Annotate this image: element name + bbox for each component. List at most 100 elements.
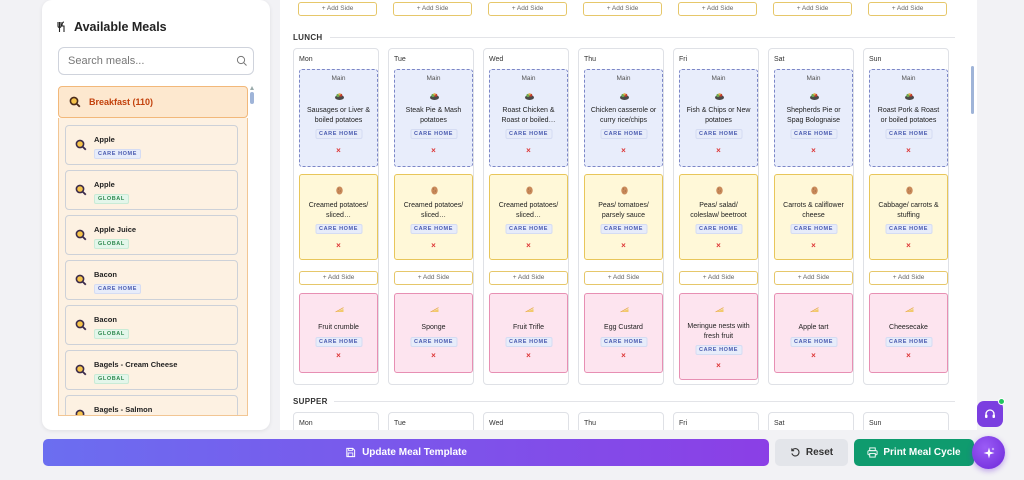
scroll-thumb[interactable] [250, 92, 254, 104]
search-food-icon [75, 229, 87, 241]
dessert-card[interactable]: Meringue nests with fresh fruit CARE HOME… [679, 293, 758, 380]
card-kind-label: Main [616, 75, 631, 82]
remove-meal-button[interactable]: × [585, 146, 662, 155]
ai-assistant-button[interactable] [972, 436, 1005, 469]
side-meal-card[interactable]: Carrots & califlower cheese CARE HOME × [774, 174, 853, 260]
add-side-button[interactable]: + Add Side [488, 2, 567, 16]
add-side-button[interactable]: + Add Side [774, 271, 853, 285]
section-label-supper: SUPPER [293, 397, 328, 406]
dessert-card[interactable]: Fruit Trifle CARE HOME × [489, 293, 568, 373]
side-meal-card[interactable]: Cabbage/ carrots & stuffing CARE HOME × [869, 174, 948, 260]
add-side-button[interactable]: + Add Side [489, 271, 568, 285]
add-side-button[interactable]: + Add Side [394, 271, 473, 285]
meal-item[interactable]: Apple CARE HOME [65, 125, 238, 165]
remove-meal-button[interactable]: × [870, 146, 947, 155]
remove-meal-button[interactable]: × [680, 146, 757, 155]
remove-meal-button[interactable]: × [490, 241, 567, 250]
reset-icon [791, 448, 800, 457]
update-meal-template-button[interactable]: Update Meal Template [43, 439, 769, 466]
remove-meal-button[interactable]: × [680, 241, 757, 250]
remove-meal-button[interactable]: × [300, 241, 377, 250]
meal-title: Fruit crumble [318, 324, 359, 331]
add-side-button[interactable]: + Add Side [679, 271, 758, 285]
meal-group-label: Breakfast (110) [89, 97, 154, 107]
remove-meal-button[interactable]: × [490, 351, 567, 360]
add-side-button[interactable]: + Add Side [868, 2, 947, 16]
print-meal-cycle-button[interactable]: Print Meal Cycle [854, 439, 974, 466]
meal-item[interactable]: Bagels - Cream Cheese GLOBAL [65, 350, 238, 390]
dessert-card[interactable]: Egg Custard CARE HOME × [584, 293, 663, 373]
care-home-tag: CARE HOME [314, 129, 363, 139]
cake-icon [809, 302, 820, 313]
side-meal-icon [429, 183, 440, 195]
remove-meal-button[interactable]: × [395, 241, 472, 250]
main-scroll-thumb[interactable] [971, 66, 974, 114]
day-name: Mon [299, 420, 313, 427]
dessert-card[interactable]: Cheesecake CARE HOME × [869, 293, 948, 373]
dessert-card[interactable]: Apple tart CARE HOME × [774, 293, 853, 373]
card-kind-label: Main [521, 75, 536, 82]
add-side-button[interactable]: + Add Side [869, 271, 948, 285]
main-meal-icon [714, 89, 725, 100]
main-meal-card[interactable]: Main Shepherds Pie or Spag Bolognaise CARE… [774, 69, 853, 167]
sidebar-scrollbar[interactable] [250, 86, 254, 416]
main-meal-card[interactable]: Main Roast Pork & Roast or boiled potatoe… [869, 69, 948, 167]
meal-group-breakfast[interactable]: Breakfast (110) [58, 86, 248, 118]
meal-item[interactable]: Apple Juice GLOBAL [65, 215, 238, 255]
side-meal-card[interactable]: Creamed potatoes/ sliced… CARE HOME × [394, 174, 473, 260]
search-food-icon [75, 139, 87, 151]
reset-button[interactable]: Reset [775, 439, 848, 466]
search-input[interactable] [58, 47, 254, 75]
add-side-button[interactable]: + Add Side [584, 271, 663, 285]
meal-title: Roast Pork & Roast or boiled potatoes [877, 107, 940, 124]
scroll-up-arrow-icon[interactable] [250, 86, 254, 90]
meal-item[interactable]: Bacon CARE HOME [65, 260, 238, 300]
main-meal-card[interactable]: Main Fish & Chips or New potatoes CARE HOM… [679, 69, 758, 167]
add-side-button[interactable]: + Add Side [773, 2, 852, 16]
remove-meal-button[interactable]: × [585, 241, 662, 250]
remove-meal-button[interactable]: × [395, 146, 472, 155]
main-meal-card[interactable]: Main Roast Chicken & Roast or boiled… CARE… [489, 69, 568, 167]
remove-meal-button[interactable]: × [775, 351, 852, 360]
care-home-tag: CARE HOME [599, 224, 648, 234]
meal-item-tag: CARE HOME [94, 149, 142, 159]
online-status-dot [998, 398, 1005, 405]
remove-meal-button[interactable]: × [680, 361, 757, 370]
remove-meal-button[interactable]: × [585, 351, 662, 360]
side-meal-icon [809, 183, 820, 195]
add-side-button[interactable]: + Add Side [678, 2, 757, 16]
support-chat-button[interactable] [977, 401, 1003, 427]
search-food-icon [75, 274, 87, 286]
add-side-button[interactable]: + Add Side [393, 2, 472, 16]
card-kind-label: Main [806, 75, 821, 82]
day-name: Tue [394, 420, 406, 427]
side-meal-card[interactable]: Peas/ tomatoes/ parsely sauce CARE HOME × [584, 174, 663, 260]
care-home-tag: CARE HOME [504, 129, 553, 139]
meal-item[interactable]: Bacon GLOBAL [65, 305, 238, 345]
remove-meal-button[interactable]: × [775, 241, 852, 250]
add-side-button[interactable]: + Add Side [299, 271, 378, 285]
remove-meal-button[interactable]: × [395, 351, 472, 360]
update-button-label: Update Meal Template [362, 447, 467, 458]
remove-meal-button[interactable]: × [870, 351, 947, 360]
main-meal-card[interactable]: Main Steak Pie & Mash potatoes CARE HOME × [394, 69, 473, 167]
remove-meal-button[interactable]: × [300, 351, 377, 360]
remove-meal-button[interactable]: × [300, 146, 377, 155]
main-meal-card[interactable]: Main Chicken casserole or curry rice/chip… [584, 69, 663, 167]
side-meal-card[interactable]: Creamed potatoes/ sliced… CARE HOME × [299, 174, 378, 260]
add-side-button[interactable]: + Add Side [298, 2, 377, 16]
care-home-tag: CARE HOME [694, 129, 743, 139]
day-name: Mon [299, 56, 313, 63]
side-meal-icon [334, 183, 345, 195]
dessert-card[interactable]: Sponge CARE HOME × [394, 293, 473, 373]
add-side-button[interactable]: + Add Side [583, 2, 662, 16]
meal-item[interactable]: Apple GLOBAL [65, 170, 238, 210]
main-meal-card[interactable]: Main Sausages or Liver & boiled potatoes C… [299, 69, 378, 167]
remove-meal-button[interactable]: × [775, 146, 852, 155]
meal-item[interactable]: Bagels - Salmon [65, 395, 238, 415]
remove-meal-button[interactable]: × [870, 241, 947, 250]
remove-meal-button[interactable]: × [490, 146, 567, 155]
side-meal-card[interactable]: Creamed potatoes/ sliced… CARE HOME × [489, 174, 568, 260]
side-meal-card[interactable]: Peas/ salad/ coleslaw/ beetroot CARE HOME… [679, 174, 758, 260]
dessert-card[interactable]: Fruit crumble CARE HOME × [299, 293, 378, 373]
